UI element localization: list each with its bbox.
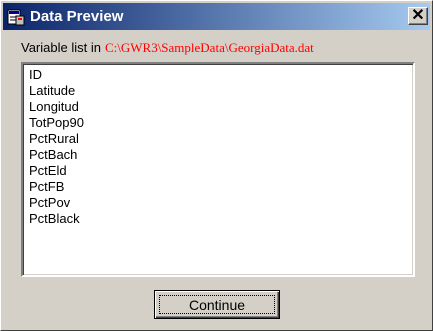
data-preview-app-icon — [7, 8, 25, 26]
close-icon: ✕ — [411, 7, 425, 24]
variable-list-item[interactable]: TotPop90 — [29, 115, 407, 131]
variable-list-item[interactable]: Latitude — [29, 83, 407, 99]
variable-list-label: Variable list in — [21, 40, 101, 55]
variable-listbox[interactable]: ID Latitude Longitud TotPop90 PctRural PctBac… — [21, 62, 415, 277]
variable-list-item[interactable]: PctEld — [29, 163, 407, 179]
variable-list-item[interactable]: PctPov — [29, 195, 407, 211]
focus-indicator — [159, 295, 275, 314]
window-title: Data Preview — [30, 8, 124, 25]
variable-list-path-row: Variable list in C:\GWR3\SampleData\Georg… — [21, 40, 314, 56]
variable-list-item[interactable]: PctFB — [29, 179, 407, 195]
variable-list-item[interactable]: PctRural — [29, 131, 407, 147]
data-preview-dialog: Data Preview ✕ Variable list in C:\GWR3\S… — [0, 0, 433, 331]
variable-list-item[interactable]: PctBach — [29, 147, 407, 163]
variable-list-item[interactable]: Longitud — [29, 99, 407, 115]
continue-button[interactable]: Continue — [154, 290, 280, 319]
variable-list-item[interactable]: ID — [29, 67, 407, 83]
close-button[interactable]: ✕ — [408, 7, 428, 25]
data-file-path: C:\GWR3\SampleData\GeorgiaData.dat — [104, 40, 314, 55]
title-bar[interactable]: Data Preview ✕ — [3, 3, 430, 30]
variable-list-item[interactable]: PctBlack — [29, 211, 407, 227]
